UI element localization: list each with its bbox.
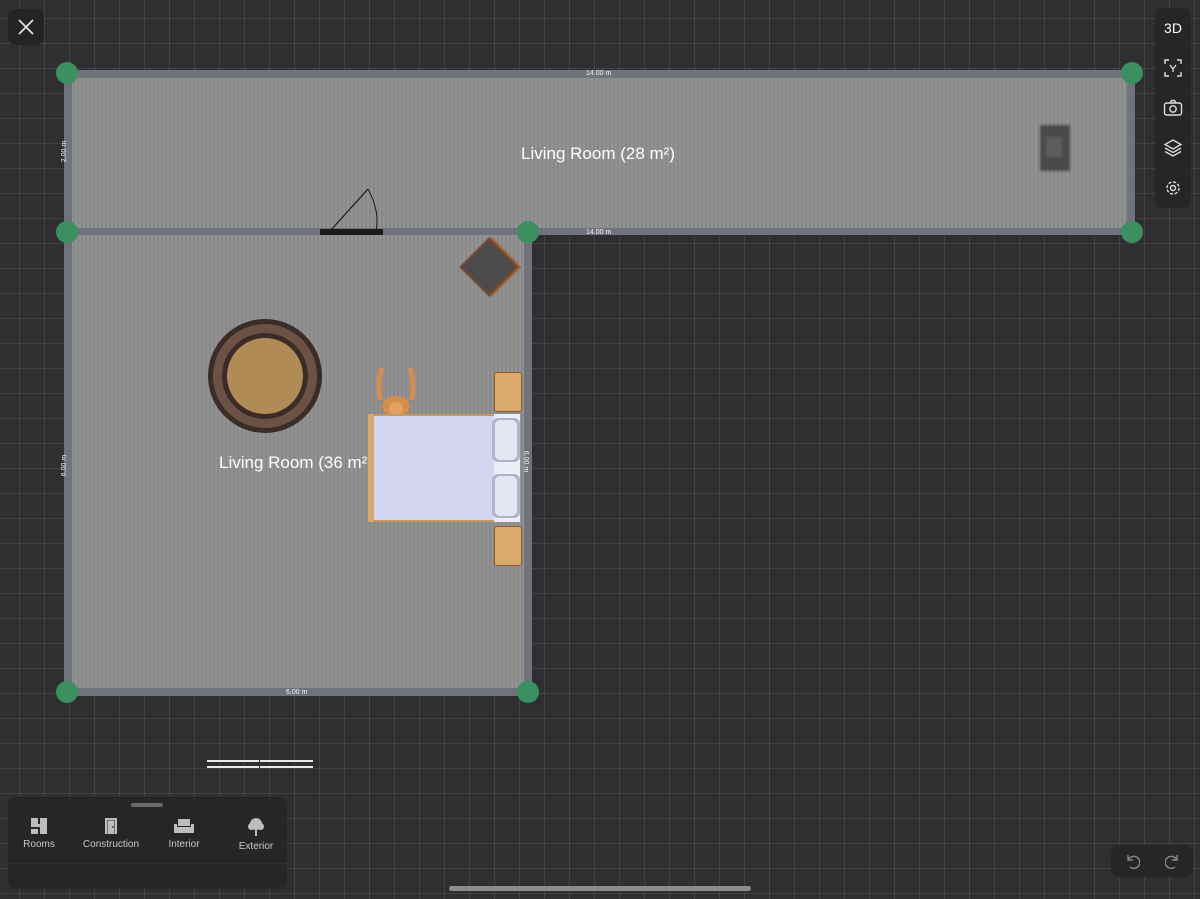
view-3d-button[interactable]: 3D (1155, 8, 1191, 48)
wall-left[interactable] (64, 70, 72, 696)
tool-construction[interactable]: Construction (76, 817, 146, 850)
dimension-top-wall: 14.00 m (586, 70, 612, 77)
panel-drag-handle[interactable] (131, 803, 163, 807)
wall-node[interactable] (1121, 221, 1143, 243)
wall-node[interactable] (56, 681, 78, 703)
dimension-left-upper: 2.00 m (61, 140, 69, 163)
wall-right-upper[interactable] (1127, 70, 1135, 236)
wall-node[interactable] (517, 221, 539, 243)
right-toolbar: 3D (1155, 8, 1191, 208)
door[interactable] (318, 185, 386, 239)
tree-icon (248, 818, 264, 836)
dimension-bottom-wall: 6.00 m (286, 689, 308, 696)
panel-divider (8, 863, 287, 864)
round-rug[interactable] (207, 318, 323, 434)
undo-redo-group (1111, 845, 1193, 877)
dimension-left-lower: 6.00 m (61, 454, 69, 477)
tool-rooms-label: Rooms (23, 839, 55, 850)
view-3d-label: 3D (1164, 20, 1182, 36)
redo-icon (1164, 855, 1178, 869)
tool-rooms[interactable]: Rooms (4, 817, 74, 850)
tool-exterior[interactable]: Exterior (221, 817, 291, 852)
nightstand-top[interactable] (494, 372, 522, 412)
wall-node[interactable] (517, 681, 539, 703)
undo-button[interactable] (1111, 845, 1152, 877)
fit-view-icon (1164, 59, 1182, 77)
close-button[interactable] (8, 9, 44, 45)
camera-icon (1163, 99, 1183, 116)
redo-button[interactable] (1152, 845, 1193, 877)
fit-view-button[interactable] (1155, 48, 1191, 88)
tool-interior-label: Interior (168, 839, 200, 850)
scale-bar (207, 760, 313, 769)
close-icon (18, 19, 34, 35)
room-label-lower[interactable]: Living Room (36 m² (219, 453, 367, 473)
wall-node[interactable] (1121, 62, 1143, 84)
tool-interior[interactable]: Interior (149, 817, 219, 850)
room-label-upper[interactable]: Living Room (28 m²) (521, 144, 675, 164)
dimension-middle-wall: 14.00 m (586, 229, 612, 236)
camera-button[interactable] (1155, 88, 1191, 128)
nightstand-bottom[interactable] (494, 526, 522, 566)
bottom-tool-panel: Rooms Construction Interior Exterior (8, 797, 287, 889)
undo-icon (1126, 855, 1140, 869)
dimension-right-lower: 6.00 m (522, 450, 530, 473)
door-icon (105, 818, 117, 834)
wall-node[interactable] (56, 221, 78, 243)
layers-button[interactable] (1155, 128, 1191, 168)
pillow-bottom-cover (495, 476, 517, 516)
layers-icon (1163, 139, 1183, 157)
tool-construction-label: Construction (82, 839, 140, 850)
wall-node[interactable] (56, 62, 78, 84)
wall-object[interactable] (1040, 125, 1070, 171)
bed-footboard (368, 414, 374, 522)
rooms-icon (31, 818, 47, 834)
gear-icon (1166, 181, 1180, 195)
pillow-top-cover (495, 420, 517, 460)
tool-exterior-label: Exterior (238, 841, 274, 852)
settings-button[interactable] (1155, 168, 1191, 208)
armchair-icon (174, 819, 194, 833)
home-indicator[interactable] (449, 886, 751, 891)
